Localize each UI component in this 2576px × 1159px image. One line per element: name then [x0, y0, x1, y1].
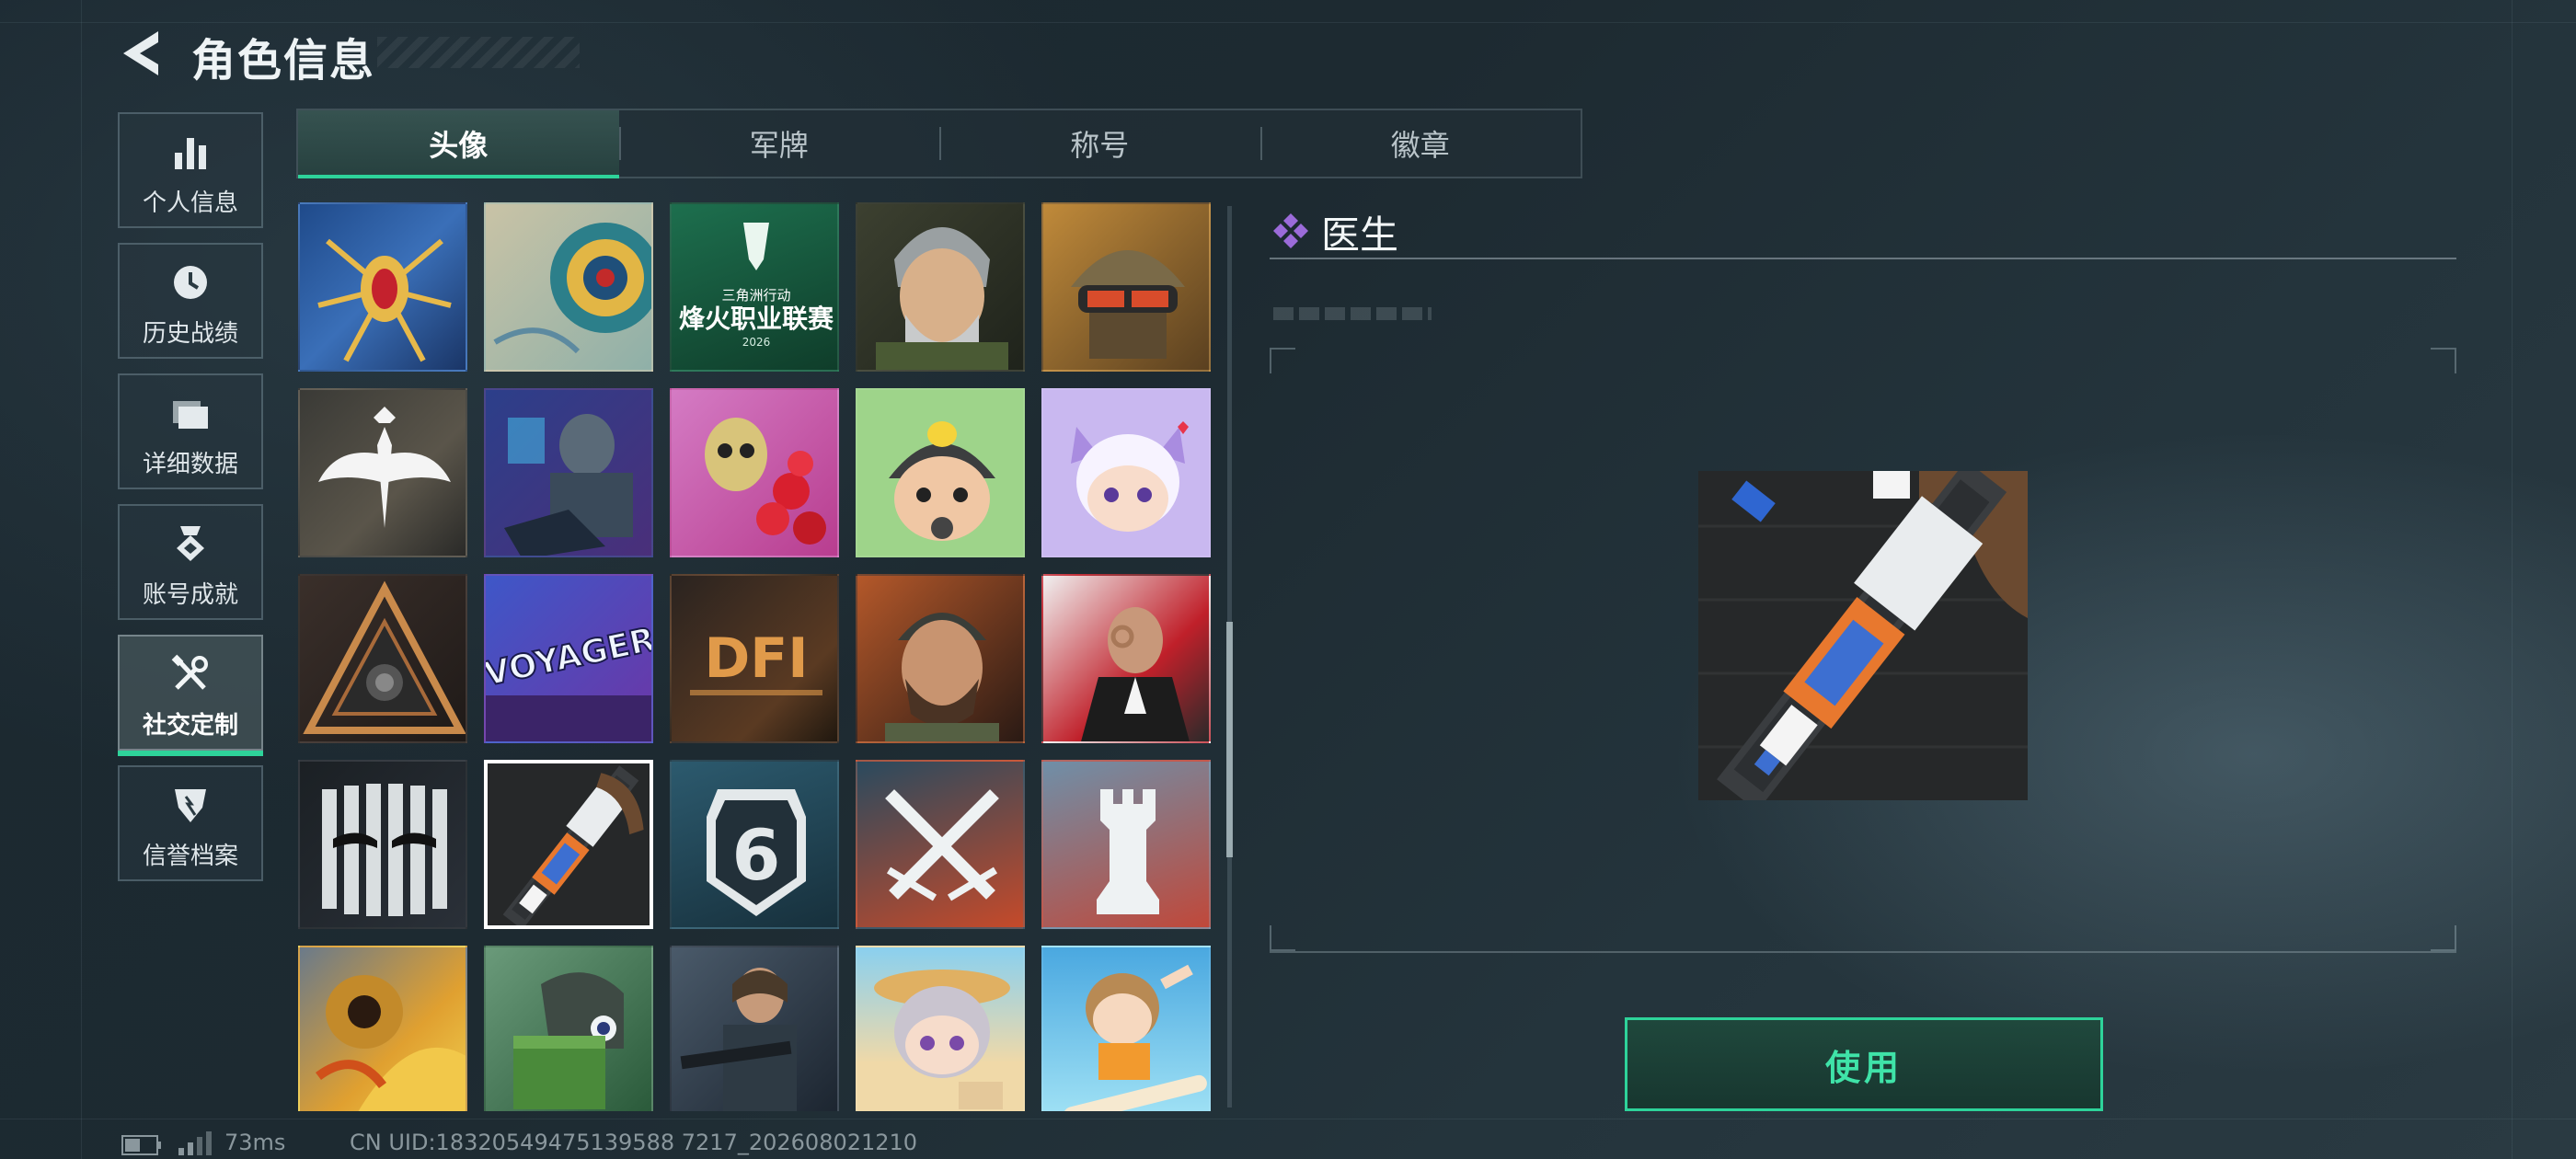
- divider: [1270, 258, 2456, 259]
- bar-chart-icon: [169, 131, 212, 173]
- avatar-sub-caption: 三角洲行动: [721, 287, 790, 304]
- sidebar-item-personal-info[interactable]: 个人信息: [118, 112, 263, 228]
- avatar-crossed-swords[interactable]: [856, 760, 1025, 929]
- avatar-preview: [1698, 471, 2028, 800]
- sidebar-item-label: 账号成就: [142, 581, 238, 609]
- purple-diamond-icon: [1271, 212, 1310, 250]
- avatar-caption: 6: [732, 814, 781, 896]
- avatar-golden-armor-fire[interactable]: [298, 946, 467, 1111]
- avatar-suit-man-ok-sign[interactable]: [1041, 574, 1211, 743]
- category-tabs: 头像 军牌 称号 徽章: [296, 109, 1582, 178]
- avatar-striped-mask[interactable]: [298, 760, 467, 929]
- avatar-old-soldier-portrait[interactable]: [856, 202, 1025, 372]
- history-clock-icon: [169, 261, 212, 304]
- avatar-medic-syringe-gun[interactable]: [484, 760, 653, 929]
- avatar-scrollbar-thumb[interactable]: [1226, 622, 1233, 857]
- divider: [1270, 951, 2456, 953]
- sidebar-item-label: 个人信息: [142, 189, 238, 217]
- avatar-dfi-logo[interactable]: DFI: [670, 574, 839, 743]
- sidebar-item-history[interactable]: 历史战绩: [118, 243, 263, 359]
- avatar-rook-chess[interactable]: [1041, 760, 1211, 929]
- title-decoration: [377, 37, 580, 68]
- sidebar-item-label: 社交定制: [142, 712, 238, 740]
- avatar-caption: DFI: [704, 626, 808, 691]
- avatar-helmet-goggles-soldier[interactable]: [1041, 202, 1211, 372]
- description-placeholder: [1273, 307, 1432, 320]
- avatar-triangle-emblem[interactable]: [298, 574, 467, 743]
- avatar-caption: VOYAGER: [486, 621, 653, 694]
- avatar-female-operator[interactable]: [670, 946, 839, 1111]
- avatar-grid: 三角洲行动 烽火职业联赛 2026 VOYAGER DFI 6: [298, 202, 1218, 1111]
- item-name: 医生: [1321, 212, 1399, 258]
- sidebar-item-label: 信誉档案: [142, 843, 238, 870]
- avatar-skull-roses[interactable]: [670, 388, 839, 557]
- ping-readout: 73ms: [224, 1130, 286, 1155]
- avatar-bearded-soldier[interactable]: [856, 574, 1025, 743]
- avatar-chibi-beach-girl[interactable]: [856, 946, 1025, 1111]
- avatar-mandala-ornament[interactable]: [484, 202, 653, 372]
- avatar-white-eagle-emblem[interactable]: [298, 388, 467, 557]
- tab-avatar[interactable]: 头像: [298, 110, 619, 178]
- back-arrow-icon[interactable]: [118, 28, 164, 79]
- sidebar-item-achievements[interactable]: 账号成就: [118, 504, 263, 620]
- folder-icon: [169, 392, 212, 434]
- page-title: 角色信息: [191, 35, 376, 86]
- avatar-year: 2026: [742, 336, 771, 349]
- avatar-voyager-graffiti[interactable]: VOYAGER: [484, 574, 653, 743]
- reputation-badge-icon: [169, 784, 212, 826]
- tab-badge[interactable]: 徽章: [1259, 110, 1581, 177]
- achievement-medal-icon: [169, 522, 212, 565]
- sidebar-item-reputation[interactable]: 信誉档案: [118, 765, 263, 881]
- avatar-chibi-cat-girl[interactable]: [1041, 388, 1211, 557]
- signal-strength-icon: [177, 1130, 213, 1155]
- tab-title[interactable]: 称号: [939, 110, 1260, 177]
- avatar-green-box-soldier[interactable]: [484, 946, 653, 1111]
- sidebar-item-social-custom[interactable]: 社交定制: [118, 635, 263, 756]
- sidebar-item-label: 历史战绩: [142, 320, 238, 348]
- avatar-badge-six[interactable]: 6: [670, 760, 839, 929]
- sidebar-item-label: 详细数据: [142, 451, 238, 478]
- uid-readout: CN UID:18320549475139588 7217_2026080212…: [350, 1130, 918, 1155]
- battery-icon: [121, 1135, 162, 1155]
- avatar-golden-spider-jewel[interactable]: [298, 202, 467, 372]
- avatar-caption: 烽火职业联赛: [679, 304, 834, 334]
- tab-dog-tag[interactable]: 军牌: [618, 110, 940, 177]
- sidebar-item-details[interactable]: 详细数据: [118, 373, 263, 489]
- avatar-chibi-surfer[interactable]: [1041, 946, 1211, 1111]
- avatar-hacker-laptop[interactable]: [484, 388, 653, 557]
- use-button[interactable]: 使用: [1625, 1017, 2103, 1111]
- tools-icon: [169, 653, 212, 695]
- avatar-chibi-duck-helmet[interactable]: [856, 388, 1025, 557]
- avatar-esports-league-logo[interactable]: 三角洲行动 烽火职业联赛 2026: [670, 202, 839, 372]
